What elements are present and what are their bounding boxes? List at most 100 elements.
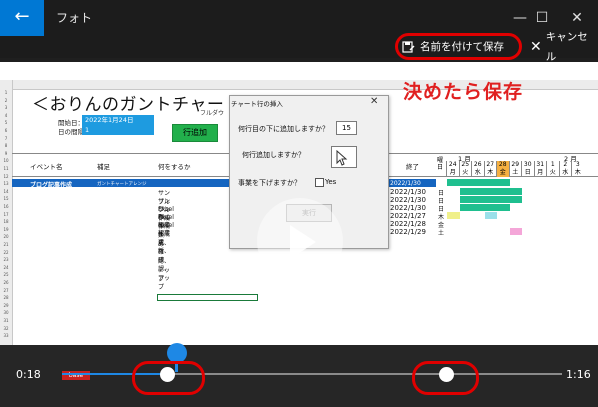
row-end-date: 2022/1/30 <box>390 188 426 196</box>
row-number: 1 <box>4 90 8 95</box>
gantt-day-cell: 26 水 <box>471 161 484 177</box>
row-end-date: 2022/1/28 <box>390 220 426 228</box>
cancel-label: キャンセル <box>545 31 588 63</box>
row10-end: 2022/1/30 <box>390 180 421 187</box>
row-number: 3 <box>4 105 8 111</box>
gantt-bar <box>447 179 510 186</box>
gantt-day-cell: 29 土 <box>508 161 522 177</box>
gantt-day: 26 <box>473 161 482 168</box>
sheet-title: ＜おりんのガントチャート＞ <box>32 95 260 115</box>
app-title: フォト <box>56 11 93 25</box>
row-number: 23 <box>3 257 9 263</box>
gantt-day-cell: 31 月 <box>533 161 547 177</box>
gantt-day-cell: 24 月 <box>446 161 459 177</box>
start-date-box: 2022年1月24日 1 <box>82 115 154 135</box>
row-number: 17 <box>3 211 9 217</box>
gantt-weekday: 月 <box>449 169 456 176</box>
row-number: 29 <box>3 302 9 308</box>
gantt-bar <box>509 228 522 235</box>
row-number: 31 <box>3 318 9 323</box>
row-number: 33 <box>3 333 9 339</box>
row-end-date: 2022/1/30 <box>390 196 426 204</box>
gantt-day: 28 <box>498 161 507 168</box>
gantt-weekday: 日 <box>524 169 531 176</box>
header-end: 終了 <box>406 163 419 171</box>
row-number: 30 <box>3 310 9 316</box>
row-number: 16 <box>3 204 9 209</box>
row-count-input <box>331 146 357 168</box>
save-as-button[interactable]: 名前を付けて保存 <box>402 37 504 57</box>
selected-cell <box>157 294 258 301</box>
save-as-label: 名前を付けて保存 <box>420 41 504 53</box>
play-icon <box>290 225 316 259</box>
gantt-day-cell: 1火 <box>546 161 559 177</box>
gantt-weekday: 土 <box>512 169 519 176</box>
row-number: 24 <box>3 264 9 270</box>
row-number: 6 <box>4 128 8 133</box>
row-number: 14 <box>3 188 9 194</box>
gantt-day: 31 <box>536 161 545 168</box>
trim-start-handle[interactable] <box>160 367 175 382</box>
row-number: 18 <box>3 219 9 225</box>
row-end-date: 2022/1/29 <box>390 228 426 236</box>
row10-note: ガントチャートアレンジ <box>97 182 147 187</box>
cancel-button[interactable]: ✕ キャンセル <box>530 31 598 63</box>
row-number: 8 <box>4 143 8 149</box>
start-date-value: 2022年1月24日 <box>85 116 134 124</box>
row-weekday: 土 <box>438 230 445 237</box>
move-down-checkbox <box>315 178 324 187</box>
row-number: 26 <box>3 280 9 285</box>
gantt-days-header: 24 月 25 火 26 水 27 木 28 金 29 土 30 日 31 月 1 火 2 水 3 木 <box>446 161 598 177</box>
gantt-day: 29 <box>511 161 520 168</box>
gantt-weekday: 金 <box>499 169 506 176</box>
gantt-bar <box>459 188 522 195</box>
header-event: イベント名 <box>30 163 63 171</box>
add-row-button: 行追加 <box>172 124 218 142</box>
mouse-cursor-icon <box>336 150 348 166</box>
row-number: 15 <box>3 196 9 202</box>
annotation-text: 決めたら保存 <box>403 81 524 103</box>
row-number: 25 <box>3 272 9 278</box>
gantt-day-cell: 28 金 <box>496 161 509 177</box>
gantt-day: 25 <box>461 161 470 168</box>
gantt-day-cell: 2水 <box>558 161 572 177</box>
row-number: 10 <box>3 158 9 164</box>
current-time: 0:18 <box>16 368 41 381</box>
row-number: 13 <box>3 181 9 187</box>
row-number-input: 15 <box>336 121 357 135</box>
trim-end-handle[interactable] <box>439 367 454 382</box>
row-number: 12 <box>3 173 9 179</box>
gantt-day-cell: 27 木 <box>483 161 497 177</box>
header-weekday: 曜日 <box>437 157 444 171</box>
gantt-bar <box>459 196 522 203</box>
gantt-bar <box>459 204 510 211</box>
gantt-day-cell: 30 日 <box>521 161 534 177</box>
gantt-weekday: 火 <box>462 169 469 176</box>
dialog-close-icon: ✕ <box>370 96 379 107</box>
gantt-weekday: 火 <box>549 169 556 176</box>
gantt-bar <box>447 212 460 219</box>
row-number: 4 <box>4 112 8 118</box>
row-number: 22 <box>3 249 9 255</box>
row-number: 11 <box>3 166 9 171</box>
row-number: 7 <box>4 135 8 141</box>
close-x-icon: ✕ <box>530 39 542 55</box>
gantt-weekday: 月 <box>537 169 544 176</box>
row-number: 27 <box>3 287 9 293</box>
playhead-handle[interactable] <box>167 343 187 363</box>
gantt-bar <box>484 212 497 219</box>
back-arrow-icon: ← <box>14 6 30 27</box>
header-what: 何をするか <box>158 163 191 171</box>
row10-event: ブログ記事作成 <box>30 182 73 189</box>
back-button[interactable]: ← <box>0 0 44 36</box>
gantt-day-cell: 3木 <box>571 161 584 177</box>
dialog-question-3: 事業を下げますか？ <box>238 179 301 187</box>
gantt-day: 2 <box>563 161 568 168</box>
row-number: 20 <box>3 234 9 240</box>
row-number: 9 <box>4 150 8 156</box>
row-number: 5 <box>4 120 8 126</box>
save-as-icon <box>402 41 415 53</box>
row-end-date: 2022/1/30 <box>390 204 426 212</box>
row-task: 記事更新、確認、アップ <box>158 230 171 291</box>
row-end-date: 2022/1/27 <box>390 212 426 220</box>
